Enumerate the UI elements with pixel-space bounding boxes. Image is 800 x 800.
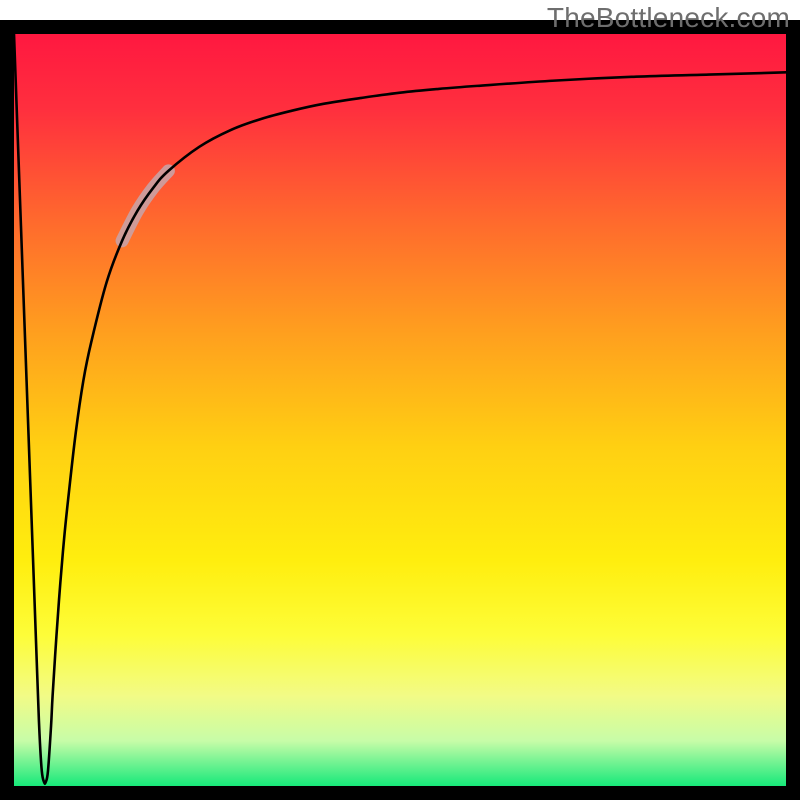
watermark-text: TheBottleneck.com <box>547 2 790 34</box>
plot-background <box>14 34 786 786</box>
chart-frame: TheBottleneck.com <box>0 0 800 800</box>
bottleneck-chart <box>0 0 800 800</box>
